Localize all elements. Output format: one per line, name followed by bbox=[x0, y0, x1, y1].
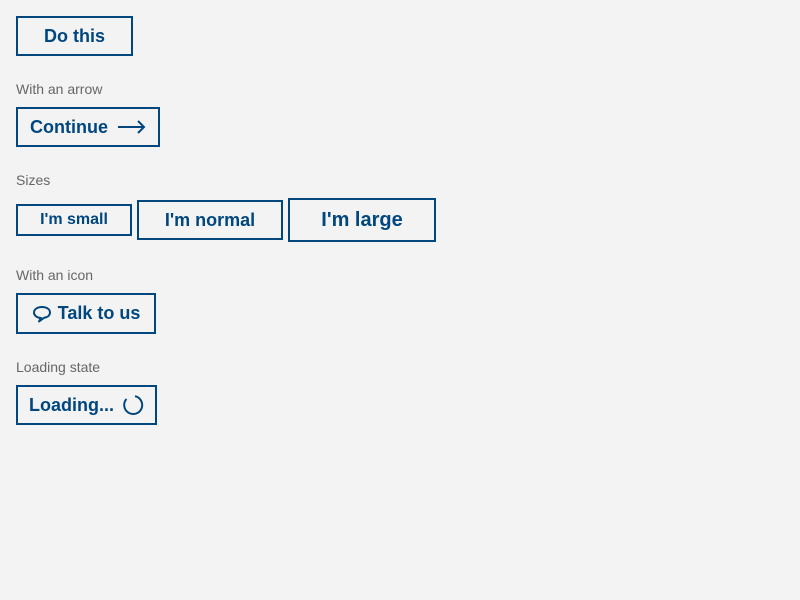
icon-section-label: With an icon bbox=[16, 267, 94, 283]
loading-label: Loading... bbox=[29, 394, 114, 415]
do-this-label: Do this bbox=[44, 25, 105, 46]
continue-button[interactable]: Continue bbox=[16, 107, 160, 147]
normal-label: I'm normal bbox=[164, 209, 256, 230]
spinner-icon bbox=[122, 394, 144, 416]
large-button[interactable]: I'm large bbox=[288, 198, 436, 242]
large-label: I'm large bbox=[321, 208, 403, 231]
normal-button[interactable]: I'm normal bbox=[137, 200, 283, 240]
sizes-section-label: Sizes bbox=[16, 172, 51, 188]
talk-to-us-button[interactable]: Talk to us bbox=[16, 293, 156, 334]
loading-button[interactable]: Loading... bbox=[16, 385, 157, 425]
do-this-button[interactable]: Do this bbox=[16, 16, 133, 56]
arrow-section-label: With an arrow bbox=[16, 81, 103, 97]
small-label: I'm small bbox=[40, 211, 108, 228]
arrow-right-icon bbox=[118, 120, 146, 134]
loading-section-label: Loading state bbox=[16, 359, 101, 375]
continue-label: Continue bbox=[30, 116, 108, 137]
small-button[interactable]: I'm small bbox=[16, 204, 132, 236]
talk-to-us-label: Talk to us bbox=[57, 303, 141, 323]
speech-bubble-icon bbox=[32, 305, 52, 323]
